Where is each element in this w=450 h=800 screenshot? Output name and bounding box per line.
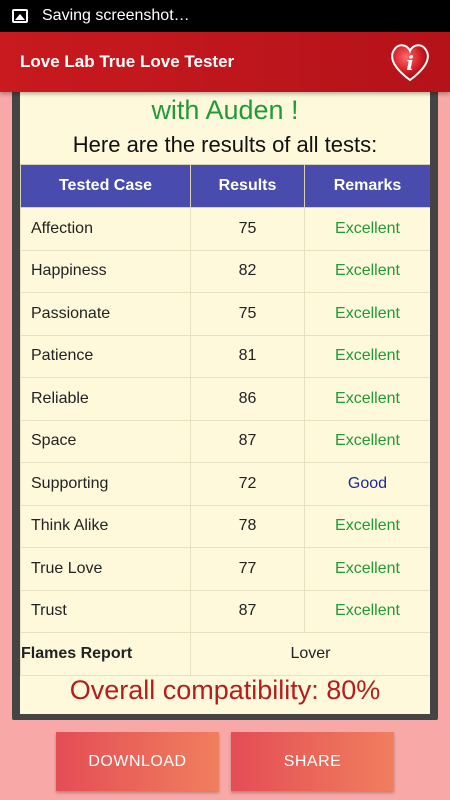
- results-rows: Affection 75 Excellent Happiness 82 Excellent…: [20, 207, 430, 633]
- table-row: Affection 75 Excellent: [20, 207, 430, 251]
- result-cell: 87: [190, 589, 305, 633]
- result-cell: 75: [190, 207, 305, 251]
- tested-case-cell: Passionate: [20, 292, 191, 336]
- heart-info-graphic: i: [391, 44, 429, 82]
- overall-compatibility: Overall compatibility: 80%: [69, 675, 381, 705]
- result-cell: 87: [190, 419, 305, 463]
- partial-heading: with Auden !: [151, 95, 299, 125]
- tested-case-cell: Happiness: [20, 249, 191, 293]
- status-text: Saving screenshot…: [42, 7, 190, 24]
- image-icon: [12, 9, 28, 23]
- tested-case-cell: Supporting: [20, 462, 191, 506]
- table-row: Supporting 72 Good: [20, 462, 430, 506]
- flames-row: Flames Report Lover: [20, 632, 430, 676]
- remark-cell: Good: [304, 462, 430, 506]
- share-button[interactable]: SHARE: [231, 732, 394, 791]
- tested-case-cell: Trust: [20, 589, 191, 633]
- remark-cell: Excellent: [304, 419, 430, 463]
- tested-case-cell: Think Alike: [20, 504, 191, 548]
- bottom-button-bar: DOWNLOAD SHARE: [0, 720, 450, 800]
- flames-value: Lover: [190, 632, 430, 676]
- app-bar: Love Lab True Love Tester i: [0, 32, 450, 92]
- remark-cell: Excellent: [304, 249, 430, 293]
- app-title: Love Lab True Love Tester: [20, 52, 235, 71]
- download-button[interactable]: DOWNLOAD: [56, 732, 219, 791]
- remark-cell: Excellent: [304, 207, 430, 251]
- results-card: with Auden ! Here are the results of all…: [12, 72, 438, 720]
- tested-case-cell: Patience: [20, 334, 191, 378]
- column-header: Remarks: [304, 164, 430, 208]
- result-cell: 86: [190, 377, 305, 421]
- table-row: Patience 81 Excellent: [20, 334, 430, 378]
- status-bar: Saving screenshot…: [0, 0, 450, 32]
- result-cell: 77: [190, 547, 305, 591]
- table-row: Happiness 82 Excellent: [20, 249, 430, 293]
- remark-cell: Excellent: [304, 547, 430, 591]
- column-header: Results: [190, 164, 305, 208]
- result-cell: 75: [190, 292, 305, 336]
- table-row: Passionate 75 Excellent: [20, 292, 430, 336]
- remark-cell: Excellent: [304, 377, 430, 421]
- tested-case-cell: True Love: [20, 547, 191, 591]
- tested-case-cell: Affection: [20, 207, 191, 251]
- result-cell: 82: [190, 249, 305, 293]
- svg-text:i: i: [406, 51, 414, 75]
- table-header-row: Tested Case Results Remarks: [20, 164, 430, 208]
- results-subheading: Here are the results of all tests:: [72, 132, 378, 157]
- result-cell: 72: [190, 462, 305, 506]
- result-cell: 81: [190, 334, 305, 378]
- remark-cell: Excellent: [304, 504, 430, 548]
- tested-case-cell: Reliable: [20, 377, 191, 421]
- results-card-inner: with Auden ! Here are the results of all…: [20, 72, 430, 714]
- result-cell: 78: [190, 504, 305, 548]
- tested-case-cell: Space: [20, 419, 191, 463]
- remark-cell: Excellent: [304, 292, 430, 336]
- table-row: Think Alike 78 Excellent: [20, 504, 430, 548]
- remark-cell: Excellent: [304, 589, 430, 633]
- results-table: Tested Case Results Remarks Affection 75 E…: [20, 164, 430, 676]
- flames-label: Flames Report: [20, 632, 191, 676]
- table-row: Trust 87 Excellent: [20, 589, 430, 633]
- remark-cell: Excellent: [304, 334, 430, 378]
- table-row: Space 87 Excellent: [20, 419, 430, 463]
- table-row: Reliable 86 Excellent: [20, 377, 430, 421]
- column-header: Tested Case: [20, 164, 191, 208]
- heart-info-icon[interactable]: i: [388, 40, 432, 84]
- table-row: True Love 77 Excellent: [20, 547, 430, 591]
